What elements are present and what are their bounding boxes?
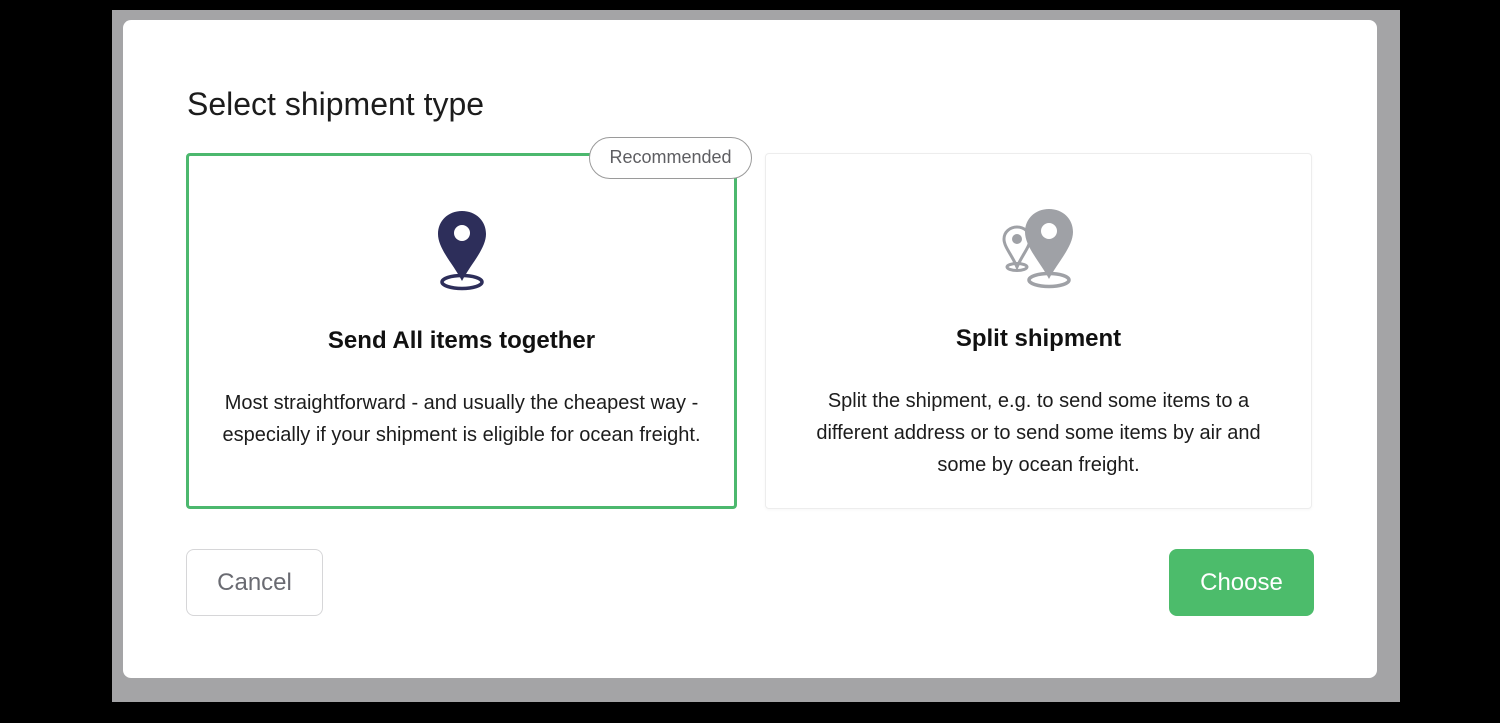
location-pin-icon — [434, 209, 490, 298]
cancel-button[interactable]: Cancel — [186, 549, 323, 616]
option-title: Send All items together — [327, 327, 596, 354]
dialog-title: Select shipment type — [187, 86, 485, 122]
shipment-type-dialog: Select shipment type Send All items toge… — [123, 20, 1377, 678]
choose-button[interactable]: Choose — [1169, 549, 1314, 616]
option-card-split-shipment[interactable]: Split shipment Split the shipment, e.g. … — [765, 153, 1312, 509]
multiple-location-pins-icon — [1001, 207, 1077, 296]
option-card-send-all-together[interactable]: Send All items together Most straightfor… — [186, 153, 737, 509]
option-description: Most straightforward - and usually the c… — [222, 392, 701, 446]
option-title: Split shipment — [955, 325, 1122, 352]
option-description: Split the shipment, e.g. to send some it… — [816, 390, 1261, 476]
recommended-badge: Recommended — [589, 137, 752, 179]
